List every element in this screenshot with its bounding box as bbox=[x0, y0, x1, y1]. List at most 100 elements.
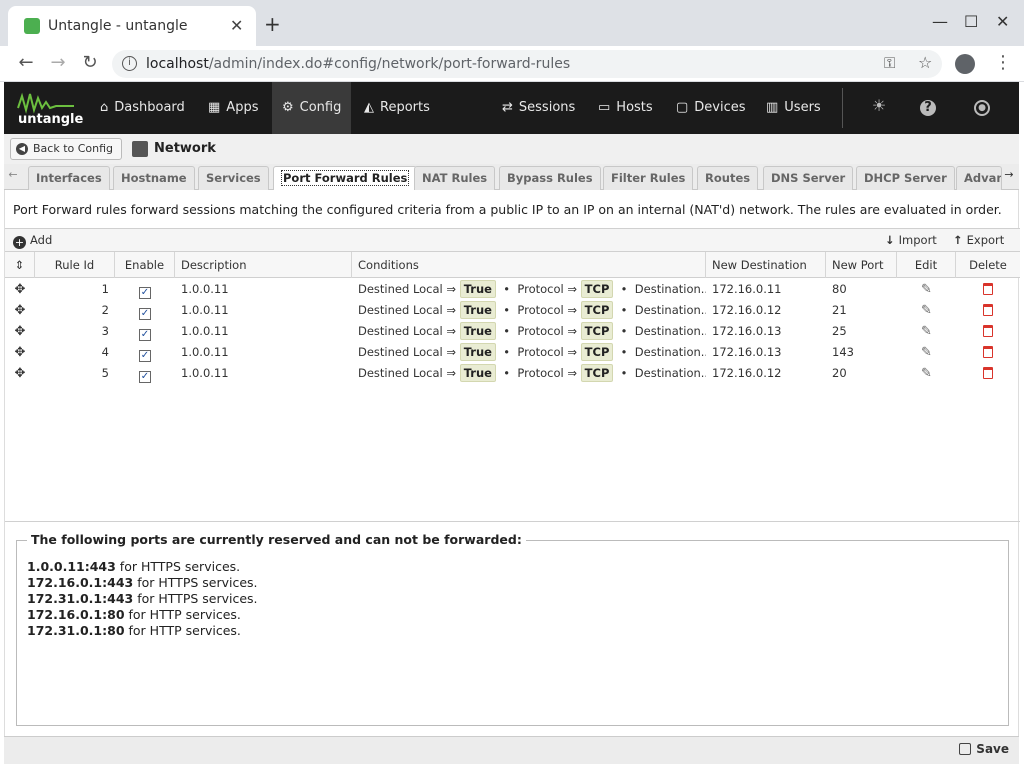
tab-filter-rules[interactable]: Filter Rules bbox=[603, 166, 694, 190]
drag-handle-icon[interactable]: ✥ bbox=[15, 366, 26, 381]
condition-value: TCP bbox=[580, 301, 614, 319]
minimize-icon[interactable]: — bbox=[932, 12, 948, 31]
delete-trash-icon[interactable] bbox=[983, 325, 993, 337]
bookmark-star-icon[interactable]: ☆ bbox=[918, 53, 932, 72]
condition-label: Destined Local ⇒ bbox=[358, 303, 457, 317]
tabs-scroll-right-icon[interactable]: → bbox=[1002, 168, 1016, 181]
tab-bypass-rules[interactable]: Bypass Rules bbox=[499, 166, 601, 190]
add-icon: + bbox=[13, 236, 26, 249]
key-icon[interactable]: ⚿ bbox=[884, 54, 895, 72]
enable-checkbox[interactable]: ✓ bbox=[139, 287, 151, 299]
column-header[interactable]: Edit bbox=[897, 252, 956, 278]
nav-devices[interactable]: ▢ Devices bbox=[666, 82, 756, 134]
new-tab-icon[interactable]: + bbox=[264, 14, 281, 34]
column-header[interactable]: Delete bbox=[956, 252, 1020, 278]
nav-sessions[interactable]: ⇄ Sessions bbox=[492, 82, 585, 134]
back-to-config-button[interactable]: ◀ Back to Config bbox=[10, 138, 123, 160]
reserved-address: 172.16.0.1:443 bbox=[27, 575, 134, 590]
enable-checkbox[interactable]: ✓ bbox=[139, 329, 151, 341]
window-close-icon[interactable]: ✕ bbox=[996, 12, 1009, 31]
tab-dns-server[interactable]: DNS Server bbox=[763, 166, 854, 190]
maximize-icon[interactable]: ☐ bbox=[964, 12, 978, 31]
forward-arrow-icon[interactable]: → bbox=[46, 52, 70, 73]
port-forward-panel: Port Forward rules forward sessions matc… bbox=[4, 190, 1020, 736]
edit-pencil-icon[interactable]: ✎ bbox=[921, 282, 932, 297]
tab-services[interactable]: Services bbox=[198, 166, 269, 190]
info-icon[interactable]: i bbox=[122, 56, 137, 71]
export-button[interactable]: ↑ Export bbox=[953, 233, 1004, 247]
edit-pencil-icon[interactable]: ✎ bbox=[921, 324, 932, 339]
browser-tab[interactable]: Untangle - untangle ✕ bbox=[8, 6, 256, 46]
condition-label: Destination... bbox=[634, 366, 706, 380]
column-header[interactable]: Enable bbox=[115, 252, 175, 278]
tab-interfaces[interactable]: Interfaces bbox=[28, 166, 110, 190]
drag-handle-icon[interactable]: ✥ bbox=[15, 324, 26, 339]
column-header[interactable]: Conditions bbox=[352, 252, 706, 278]
reserved-desc: for HTTPS services. bbox=[133, 591, 258, 606]
tab-routes[interactable]: Routes bbox=[697, 166, 759, 190]
enable-checkbox[interactable]: ✓ bbox=[139, 350, 151, 362]
delete-trash-icon[interactable] bbox=[983, 304, 993, 316]
import-button[interactable]: ↓ Import bbox=[885, 233, 937, 247]
delete-trash-icon[interactable] bbox=[983, 283, 993, 295]
reorder-column-header[interactable]: ⇕ bbox=[5, 252, 35, 278]
header-divider bbox=[842, 88, 843, 128]
help-icon[interactable]: ? bbox=[920, 100, 936, 116]
nav-reports[interactable]: ◭ Reports bbox=[354, 82, 440, 134]
condition-label: Destined Local ⇒ bbox=[358, 345, 457, 359]
nav-users[interactable]: ▥ Users bbox=[756, 82, 831, 134]
profile-icon[interactable] bbox=[955, 54, 975, 74]
table-row[interactable]: ✥ 5 ✓ 1.0.0.11 Destined Local ⇒ True • Proto… bbox=[5, 363, 1020, 384]
edit-pencil-icon[interactable]: ✎ bbox=[921, 366, 932, 381]
column-header[interactable]: New Destination bbox=[706, 252, 826, 278]
save-button[interactable]: Save bbox=[959, 742, 1009, 756]
reserved-address: 172.16.0.1:80 bbox=[27, 607, 125, 622]
reload-icon[interactable]: ↻ bbox=[78, 52, 102, 73]
enable-checkbox[interactable]: ✓ bbox=[139, 371, 151, 383]
browser-menu-icon[interactable]: ⋮ bbox=[994, 52, 1012, 73]
nav-hosts[interactable]: ▭ Hosts bbox=[588, 82, 663, 134]
table-row[interactable]: ✥ 1 ✓ 1.0.0.11 Destined Local ⇒ True • Proto… bbox=[5, 279, 1020, 300]
tab-port-forward-rules[interactable]: Port Forward Rules bbox=[273, 166, 418, 191]
lightbulb-icon[interactable]: ☀ bbox=[868, 96, 890, 118]
add-button[interactable]: + Add bbox=[13, 233, 52, 249]
table-row[interactable]: ✥ 4 ✓ 1.0.0.11 Destined Local ⇒ True • Proto… bbox=[5, 342, 1020, 363]
table-row[interactable]: ✥ 3 ✓ 1.0.0.11 Destined Local ⇒ True • Proto… bbox=[5, 321, 1020, 342]
edit-pencil-icon[interactable]: ✎ bbox=[921, 345, 932, 360]
reserved-address: 1.0.0.11:443 bbox=[27, 559, 116, 574]
nav-label: Config bbox=[299, 100, 342, 115]
column-header[interactable]: Description bbox=[175, 252, 352, 278]
tab-advanced[interactable]: Advan bbox=[956, 166, 1002, 190]
delete-trash-icon[interactable] bbox=[983, 346, 993, 358]
sessions-icon: ⇄ bbox=[502, 100, 513, 115]
close-tab-icon[interactable]: ✕ bbox=[230, 16, 243, 35]
account-icon[interactable]: ● bbox=[974, 100, 990, 116]
tab-dhcp-server[interactable]: DHCP Server bbox=[856, 166, 955, 190]
condition-value: TCP bbox=[580, 280, 614, 298]
condition-label: Destination... bbox=[634, 324, 706, 338]
tabs-scroll-left-icon[interactable]: ← bbox=[6, 168, 20, 181]
drag-handle-icon[interactable]: ✥ bbox=[15, 303, 26, 318]
nav-label: Users bbox=[784, 100, 821, 115]
delete-trash-icon[interactable] bbox=[983, 367, 993, 379]
chart-icon: ◭ bbox=[364, 100, 374, 115]
condition-value: True bbox=[459, 322, 496, 340]
tab-nat-rules[interactable]: NAT Rules bbox=[414, 166, 496, 190]
drag-handle-icon[interactable]: ✥ bbox=[15, 345, 26, 360]
nav-config[interactable]: ⚙ Config bbox=[272, 82, 352, 134]
url-input[interactable]: i localhost/admin/index.do#config/networ… bbox=[112, 50, 942, 78]
devices-icon: ▢ bbox=[676, 100, 689, 115]
column-header[interactable]: New Port bbox=[826, 252, 897, 278]
nav-dashboard[interactable]: ⌂ Dashboard bbox=[90, 82, 195, 134]
nav-apps[interactable]: ▦ Apps bbox=[198, 82, 268, 134]
table-row[interactable]: ✥ 2 ✓ 1.0.0.11 Destined Local ⇒ True • Proto… bbox=[5, 300, 1020, 321]
description-cell: 1.0.0.11 bbox=[181, 303, 229, 317]
enable-checkbox[interactable]: ✓ bbox=[139, 308, 151, 320]
grid-toolbar: + Add ↓ Import ↑ Export bbox=[5, 228, 1020, 252]
drag-handle-icon[interactable]: ✥ bbox=[15, 282, 26, 297]
tab-hostname[interactable]: Hostname bbox=[113, 166, 195, 190]
edit-pencil-icon[interactable]: ✎ bbox=[921, 303, 932, 318]
condition-label: Destined Local ⇒ bbox=[358, 324, 457, 338]
back-arrow-icon[interactable]: ← bbox=[14, 52, 38, 73]
column-header[interactable]: Rule Id bbox=[35, 252, 115, 278]
